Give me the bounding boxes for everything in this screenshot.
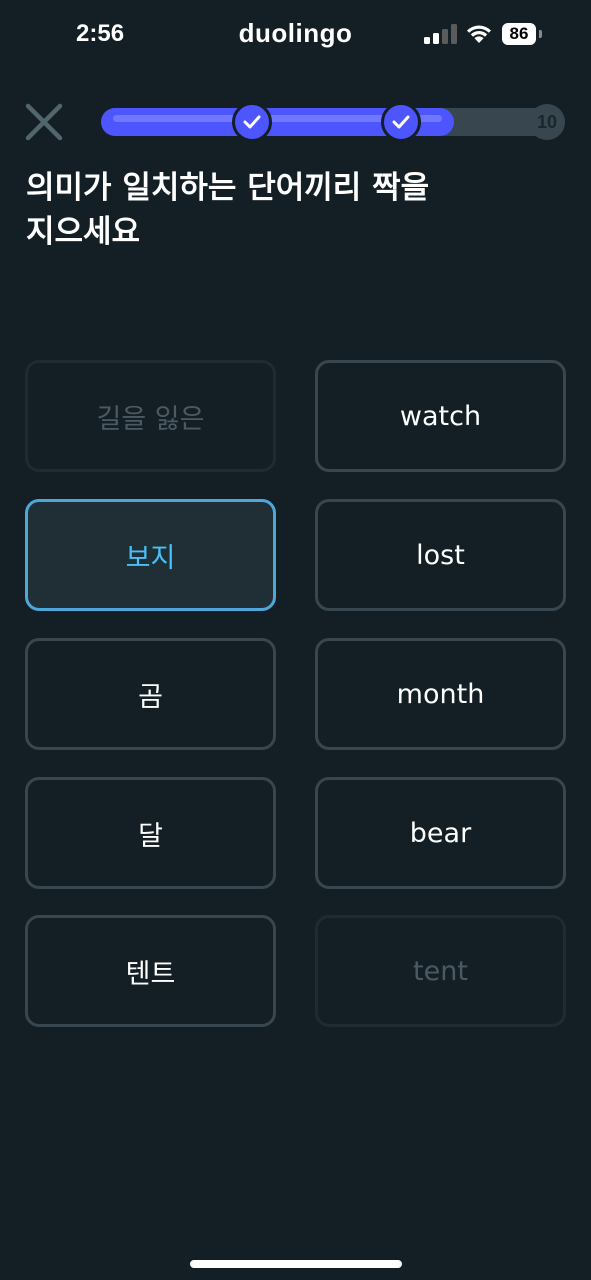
tile-left-5[interactable]: 텐트 xyxy=(25,915,276,1027)
tile-right-4[interactable]: bear xyxy=(315,777,566,889)
cellular-signal-icon xyxy=(424,24,458,44)
tile-label: month xyxy=(396,678,485,710)
home-indicator xyxy=(190,1260,402,1268)
tile-right-1[interactable]: watch xyxy=(315,360,566,472)
close-icon xyxy=(25,103,63,141)
tile-label: 텐트 xyxy=(125,958,176,990)
tile-label: bear xyxy=(409,817,472,849)
prompt-line-2: 지으세요 xyxy=(26,214,141,250)
status-bar: 2:56 duolingo 86 xyxy=(0,0,591,72)
wifi-icon xyxy=(467,25,491,43)
tile-label: 길을 잃은 xyxy=(96,403,205,435)
checkmark-icon xyxy=(243,115,261,129)
progress-checkpoint-2 xyxy=(381,102,421,142)
tile-right-5[interactable]: tent xyxy=(315,915,566,1027)
tile-label: tent xyxy=(413,955,468,987)
tile-right-3[interactable]: month xyxy=(315,638,566,750)
battery-cap xyxy=(539,30,542,38)
tile-right-2[interactable]: lost xyxy=(315,499,566,611)
tile-left-3[interactable]: 곰 xyxy=(25,638,276,750)
tile-label: 달 xyxy=(138,820,163,852)
tile-left-2[interactable]: 보지 xyxy=(25,499,276,611)
battery-icon: 86 xyxy=(502,23,536,45)
tile-left-1[interactable]: 길을 잃은 xyxy=(25,360,276,472)
prompt-line-1: 의미가 일치하는 단어끼리 짝을 xyxy=(26,170,430,206)
page-title: 의미가 일치하는 단어끼리 짝을 지으세요 xyxy=(26,166,546,254)
checkmark-icon xyxy=(392,115,410,129)
tile-label: 곰 xyxy=(138,681,163,713)
progress-goal-badge: 10 xyxy=(529,104,565,140)
tile-left-4[interactable]: 달 xyxy=(25,777,276,889)
tile-label: watch xyxy=(399,400,482,432)
close-button[interactable] xyxy=(24,102,64,142)
tile-label: lost xyxy=(416,539,465,571)
progress-checkpoint-1 xyxy=(232,102,272,142)
tile-label: 보지 xyxy=(125,542,176,574)
lesson-progress-bar xyxy=(101,102,565,142)
